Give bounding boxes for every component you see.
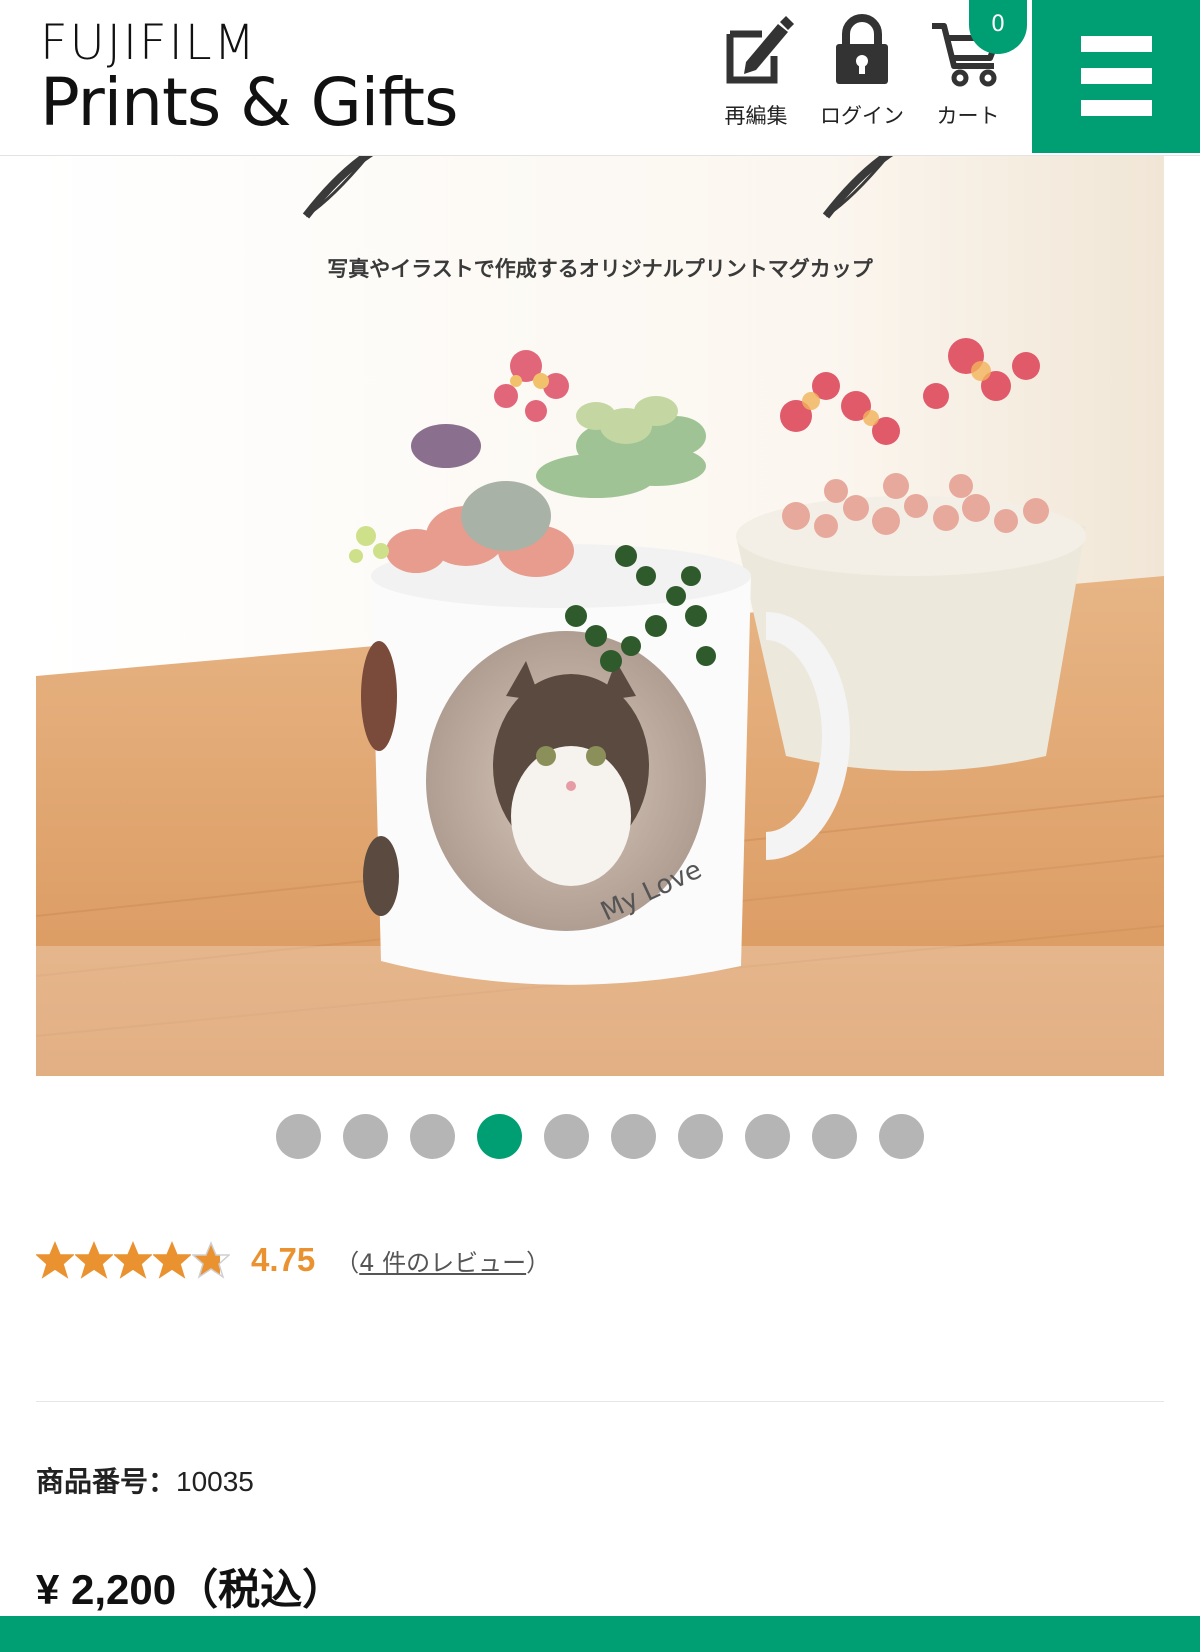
carousel-dot[interactable] xyxy=(343,1114,388,1159)
site-logo[interactable]: FUJIFILM Prints & Gifts xyxy=(40,15,458,141)
carousel-dot[interactable] xyxy=(276,1114,321,1159)
logo-brand: FUJIFILM xyxy=(40,15,257,71)
lock-icon xyxy=(836,14,888,84)
pencil-square-icon xyxy=(726,16,794,84)
product-number-value: 10035 xyxy=(176,1466,254,1497)
star-icon xyxy=(75,1241,113,1279)
hamburger-menu-button[interactable] xyxy=(1032,0,1200,153)
review-close-paren: ） xyxy=(526,1248,551,1277)
review-count-link[interactable]: （4 件のレビュー） xyxy=(335,1243,550,1278)
carousel-dot[interactable] xyxy=(410,1114,455,1159)
product-number-label: 商品番号： xyxy=(36,1465,177,1498)
re-edit-button[interactable]: 再編集 xyxy=(708,10,804,140)
star-icon xyxy=(153,1241,191,1279)
section-divider xyxy=(36,1401,1164,1402)
mug-succulent-illustration: My Love 写真やイラストで作成するオリジナルプリントマグカップ xyxy=(36,156,1164,1076)
login-label: ログイン xyxy=(820,104,904,128)
carousel-dot[interactable] xyxy=(477,1114,522,1159)
carousel-dot[interactable] xyxy=(745,1114,790,1159)
star-icon xyxy=(192,1241,230,1279)
product-hero-image[interactable]: My Love 写真やイラストで作成するオリジナルプリントマグカップ xyxy=(36,156,1164,1076)
product-price: ¥ 2,200（税込） xyxy=(36,1566,345,1613)
carousel-dot[interactable] xyxy=(879,1114,924,1159)
carousel-pagination xyxy=(0,1114,1200,1160)
product-number: 商品番号：10035 xyxy=(36,1460,254,1500)
review-count-text[interactable]: 4 件のレビュー xyxy=(359,1249,526,1277)
carousel-dot[interactable] xyxy=(611,1114,656,1159)
site-header: FUJIFILM Prints & Gifts 再編集 ログイン カート 0 xyxy=(0,0,1200,156)
cart-count-badge: 0 xyxy=(969,0,1027,54)
hero-caption: 写真やイラストで作成するオリジナルプリントマグカップ xyxy=(327,257,874,281)
login-button[interactable]: ログイン xyxy=(814,10,910,140)
carousel-dot[interactable] xyxy=(812,1114,857,1159)
re-edit-label: 再編集 xyxy=(724,104,788,128)
carousel-dot[interactable] xyxy=(544,1114,589,1159)
star-icon xyxy=(36,1241,74,1279)
rating-summary: 4.75 （4 件のレビュー） xyxy=(36,1236,550,1284)
cart-label: カート xyxy=(936,104,1000,128)
rating-value: 4.75 xyxy=(251,1241,316,1278)
logo-subtitle: Prints & Gifts xyxy=(40,64,458,141)
review-open-paren: （ xyxy=(335,1248,360,1277)
star-rating xyxy=(36,1241,231,1279)
carousel-dot[interactable] xyxy=(678,1114,723,1159)
bottom-action-bar[interactable] xyxy=(0,1616,1200,1652)
star-icon xyxy=(114,1241,152,1279)
